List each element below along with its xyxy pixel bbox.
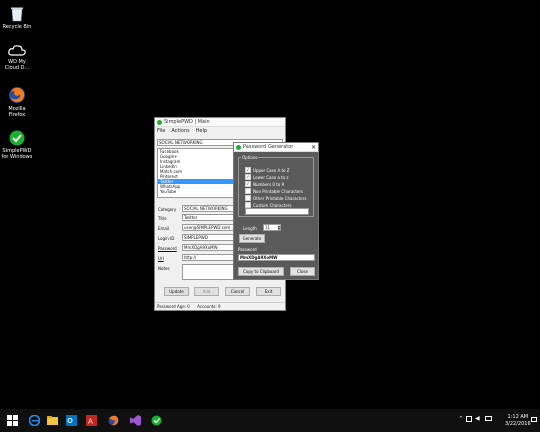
url-field[interactable]: http:// <box>182 254 236 261</box>
menu-file[interactable]: File <box>157 128 165 134</box>
option-label: Lower Case a to z <box>253 174 289 180</box>
network-icon[interactable] <box>466 416 472 422</box>
clock-date: 3/22/2016 <box>505 421 531 427</box>
accounts-status: Accounts: 9 <box>197 304 221 309</box>
generated-password-field[interactable]: MmXDgA9XoMW <box>238 254 315 261</box>
cancel-button[interactable]: Cancel <box>225 287 250 296</box>
main-titlebar[interactable]: SimplePWD | Main <box>155 118 285 127</box>
url-label[interactable]: Url <box>158 256 164 261</box>
svg-text:A: A <box>88 418 93 426</box>
option-lower-case[interactable]: ✓ Lower Case a to z <box>245 174 288 180</box>
desktop-icon-label: WD My Cloud D... <box>4 59 30 71</box>
tray-chevron-icon[interactable]: ^ <box>459 416 463 422</box>
exit-button[interactable]: Exit <box>256 287 281 296</box>
edge-icon[interactable] <box>29 415 40 426</box>
desktop-icon-label: Mozilla Firefox <box>8 106 26 118</box>
close-button[interactable]: Close <box>290 267 315 276</box>
category-label: Category <box>158 207 177 212</box>
file-explorer-icon[interactable] <box>47 415 58 426</box>
desktop-icon-label: Recycle Bin <box>2 24 32 30</box>
clock-time: 1:12 AM <box>507 414 529 420</box>
windows-start-icon[interactable] <box>7 415 18 426</box>
title-label: Title <box>158 216 167 221</box>
cloud-icon <box>8 45 26 56</box>
menu-bar: File Actions Help <box>155 127 285 135</box>
checkbox-icon <box>245 195 251 201</box>
password-field[interactable]: MmXDgA9XoMW <box>182 244 236 251</box>
firefox-taskbar-icon[interactable] <box>108 415 119 426</box>
notifications-icon[interactable] <box>531 417 537 422</box>
simplepwd-taskbar-icon[interactable] <box>151 415 162 426</box>
checkbox-icon: ✓ <box>245 181 251 187</box>
password-label: Password <box>238 247 257 252</box>
option-other-printable[interactable]: Other Printable Characters <box>245 195 307 201</box>
desktop-icon-label: SimplePWD for Windows <box>1 148 33 160</box>
window-title: SimplePWD | Main <box>164 119 210 125</box>
category-select-value: SOCIAL NETWORKING <box>159 140 203 145</box>
firefox-icon <box>9 87 25 103</box>
option-label: Custom Characters <box>253 202 292 208</box>
outlook-icon[interactable] <box>66 415 77 426</box>
stepper-arrows-icon[interactable]: ▲ ▼ <box>278 225 280 231</box>
add-button[interactable]: Add <box>194 287 219 296</box>
password-generator-window: Password Generator ✕ Options ✓ Upper Cas… <box>233 142 319 280</box>
email-field[interactable]: user@SIMPLEPWD.com <box>182 224 236 231</box>
options-group-label: Options <box>241 155 259 160</box>
email-label: Email <box>158 226 170 231</box>
checkbox-icon: ✓ <box>245 174 251 180</box>
password-age-status: Password Age: 0 <box>157 304 190 309</box>
menu-actions[interactable]: Actions <box>171 128 189 134</box>
generate-button[interactable]: Generate <box>239 234 265 243</box>
simplepwd-check-icon <box>9 130 25 146</box>
app-logo-icon <box>157 119 162 125</box>
notes-label: Notes <box>158 266 170 271</box>
login-id-field[interactable]: SIMPLEPWD <box>182 234 236 241</box>
title-field[interactable]: Twitter <box>182 214 236 221</box>
checkbox-icon: ✓ <box>245 167 251 173</box>
recycle-bin-icon <box>11 7 23 22</box>
clock[interactable]: 1:12 AM 3/22/2016 <box>505 414 531 428</box>
length-label: Length <box>243 226 257 231</box>
option-numbers[interactable]: ✓ Numbers 0 to 9 <box>245 181 284 187</box>
copy-to-clipboard-button[interactable]: Copy to Clipboard <box>238 267 284 276</box>
menu-help[interactable]: Help <box>196 128 207 134</box>
desktop-icon-firefox[interactable]: Mozilla Firefox <box>0 86 34 118</box>
option-non-printable[interactable]: Non Printable Characters <box>245 188 303 194</box>
desktop-icon-simplepwd[interactable]: SimplePWD for Windows <box>0 130 34 160</box>
volume-icon[interactable]: ◀ <box>475 415 480 422</box>
length-stepper[interactable]: 11 ▲ ▼ <box>263 224 281 231</box>
custom-characters-input[interactable] <box>245 208 309 215</box>
desktop-icon-wd-cloud[interactable]: WD My Cloud D... <box>0 43 34 71</box>
taskbar: A ^ ◀ 1:12 AM 3/22/2016 <box>0 409 540 432</box>
checkbox-icon <box>245 188 251 194</box>
app-logo-icon <box>236 144 241 150</box>
close-icon[interactable]: ✕ <box>311 144 316 151</box>
length-value: 11 <box>265 225 271 230</box>
option-upper-case[interactable]: ✓ Upper Case A to Z <box>245 167 289 173</box>
desktop-icon-recycle-bin[interactable]: Recycle Bin <box>0 6 34 30</box>
option-label: Non Printable Characters <box>253 188 304 194</box>
status-bar: Password Age: 0 Accounts: 9 <box>155 302 285 311</box>
option-label: Other Printable Characters <box>253 195 307 201</box>
update-button[interactable]: Update <box>164 287 189 296</box>
login-id-label: Login ID <box>158 236 175 241</box>
visual-studio-icon[interactable] <box>130 415 141 426</box>
generator-title: Password Generator <box>243 144 294 150</box>
option-label: Upper Case A to Z <box>253 167 290 173</box>
keyboard-icon[interactable] <box>485 416 492 421</box>
password-label[interactable]: Password <box>158 246 177 251</box>
acrobat-icon[interactable]: A <box>86 415 97 426</box>
generator-titlebar[interactable]: Password Generator ✕ <box>234 143 318 152</box>
option-label: Numbers 0 to 9 <box>253 181 285 187</box>
notes-field[interactable] <box>182 264 236 280</box>
